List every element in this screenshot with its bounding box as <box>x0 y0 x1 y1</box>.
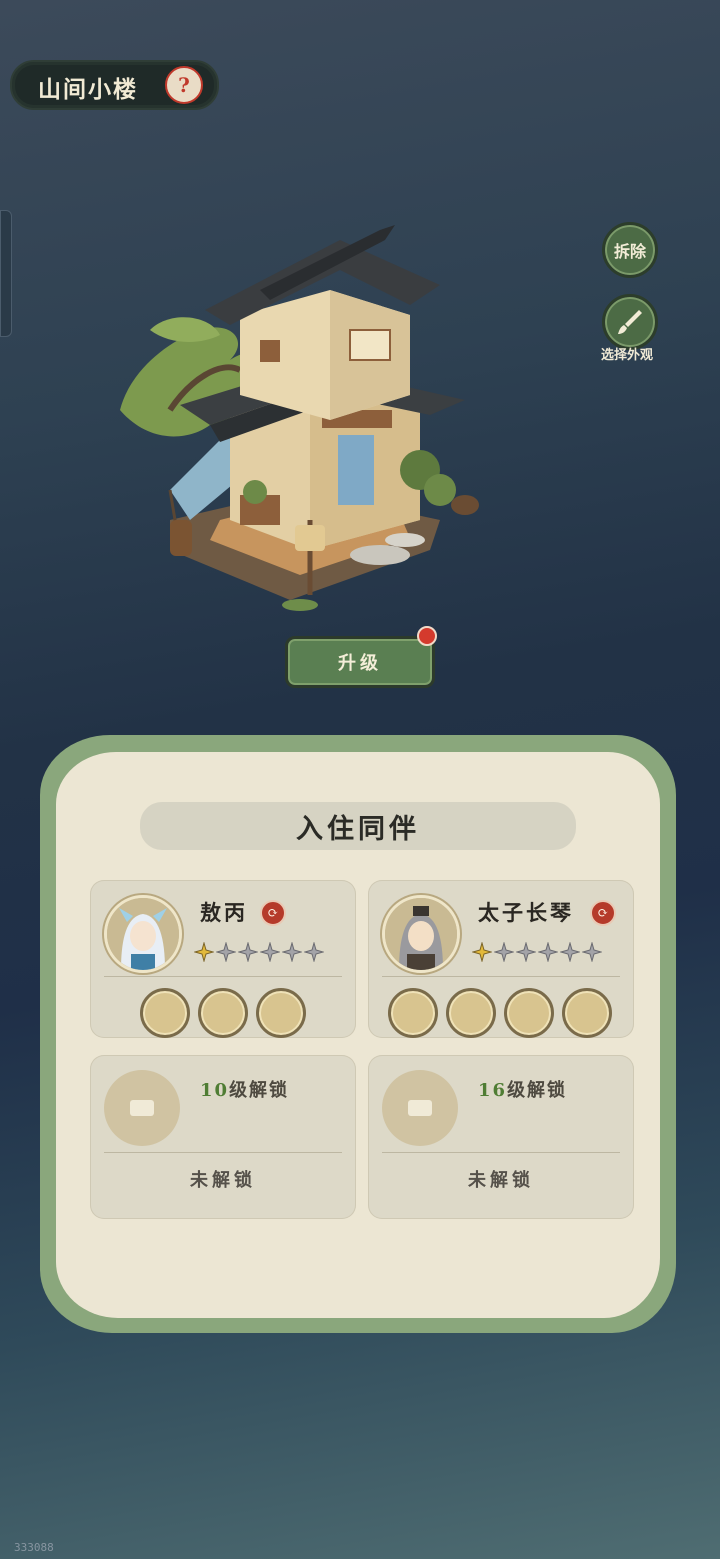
swap-icon[interactable]: ⟳ <box>590 900 616 926</box>
card-divider <box>382 1152 620 1153</box>
appearance-button[interactable] <box>602 294 658 350</box>
card-divider <box>104 976 342 977</box>
star-empty-icon <box>560 942 580 962</box>
star-empty-icon <box>216 942 236 962</box>
companion-name: 敖丙 <box>200 900 248 925</box>
avatar[interactable] <box>382 895 460 973</box>
unlock-level-text: 10级解锁 <box>200 1076 289 1102</box>
star-rating <box>194 942 324 962</box>
skill-cooking-icon[interactable] <box>388 988 438 1038</box>
panel-title: 入住同伴 <box>140 802 576 850</box>
unlock-level-suffix: 级解锁 <box>507 1080 568 1101</box>
build-code: 333088 <box>14 1541 54 1554</box>
skill-farming-icon[interactable] <box>140 988 190 1038</box>
side-drawer-handle[interactable] <box>0 210 12 337</box>
skill-hoe-icon[interactable] <box>198 988 248 1038</box>
unlock-level-number: 16 <box>478 1080 508 1101</box>
upgrade-button[interactable]: 升级 <box>285 636 435 688</box>
star-empty-icon <box>494 942 514 962</box>
upgrade-label: 升级 <box>338 653 382 674</box>
companion-name: 太子长琴 <box>478 900 574 925</box>
unlock-level-text: 16级解锁 <box>478 1076 567 1102</box>
notification-dot <box>417 626 437 646</box>
star-filled-icon <box>194 942 214 962</box>
star-empty-icon <box>582 942 602 962</box>
star-empty-icon <box>282 942 302 962</box>
locked-status: 未解锁 <box>468 1170 534 1191</box>
lock-icon <box>408 1100 432 1116</box>
demolish-label: 拆除 <box>613 242 646 261</box>
locked-status: 未解锁 <box>190 1170 256 1191</box>
card-divider <box>104 1152 342 1153</box>
star-empty-icon <box>304 942 324 962</box>
star-empty-icon <box>238 942 258 962</box>
star-empty-icon <box>260 942 280 962</box>
star-rating <box>472 942 602 962</box>
unlock-level-number: 10 <box>200 1080 230 1101</box>
card-divider <box>382 976 620 977</box>
skill-animal-icon[interactable] <box>562 988 612 1038</box>
skill-watering-icon[interactable] <box>256 988 306 1038</box>
star-empty-icon <box>538 942 558 962</box>
brush-icon <box>618 310 642 334</box>
lock-icon <box>130 1100 154 1116</box>
demolish-button[interactable]: 拆除 <box>602 222 658 278</box>
skill-basket-icon[interactable] <box>446 988 496 1038</box>
page-title: 山间小楼 <box>38 76 138 103</box>
building-illustration <box>120 225 479 611</box>
unlock-level-suffix: 级解锁 <box>229 1080 290 1101</box>
star-empty-icon <box>516 942 536 962</box>
avatar[interactable] <box>104 895 182 973</box>
swap-icon[interactable]: ⟳ <box>260 900 286 926</box>
skill-cotton-icon[interactable] <box>504 988 554 1038</box>
appearance-label: 选择外观 <box>600 348 653 363</box>
star-filled-icon <box>472 942 492 962</box>
question-icon[interactable]: ? <box>165 66 203 104</box>
